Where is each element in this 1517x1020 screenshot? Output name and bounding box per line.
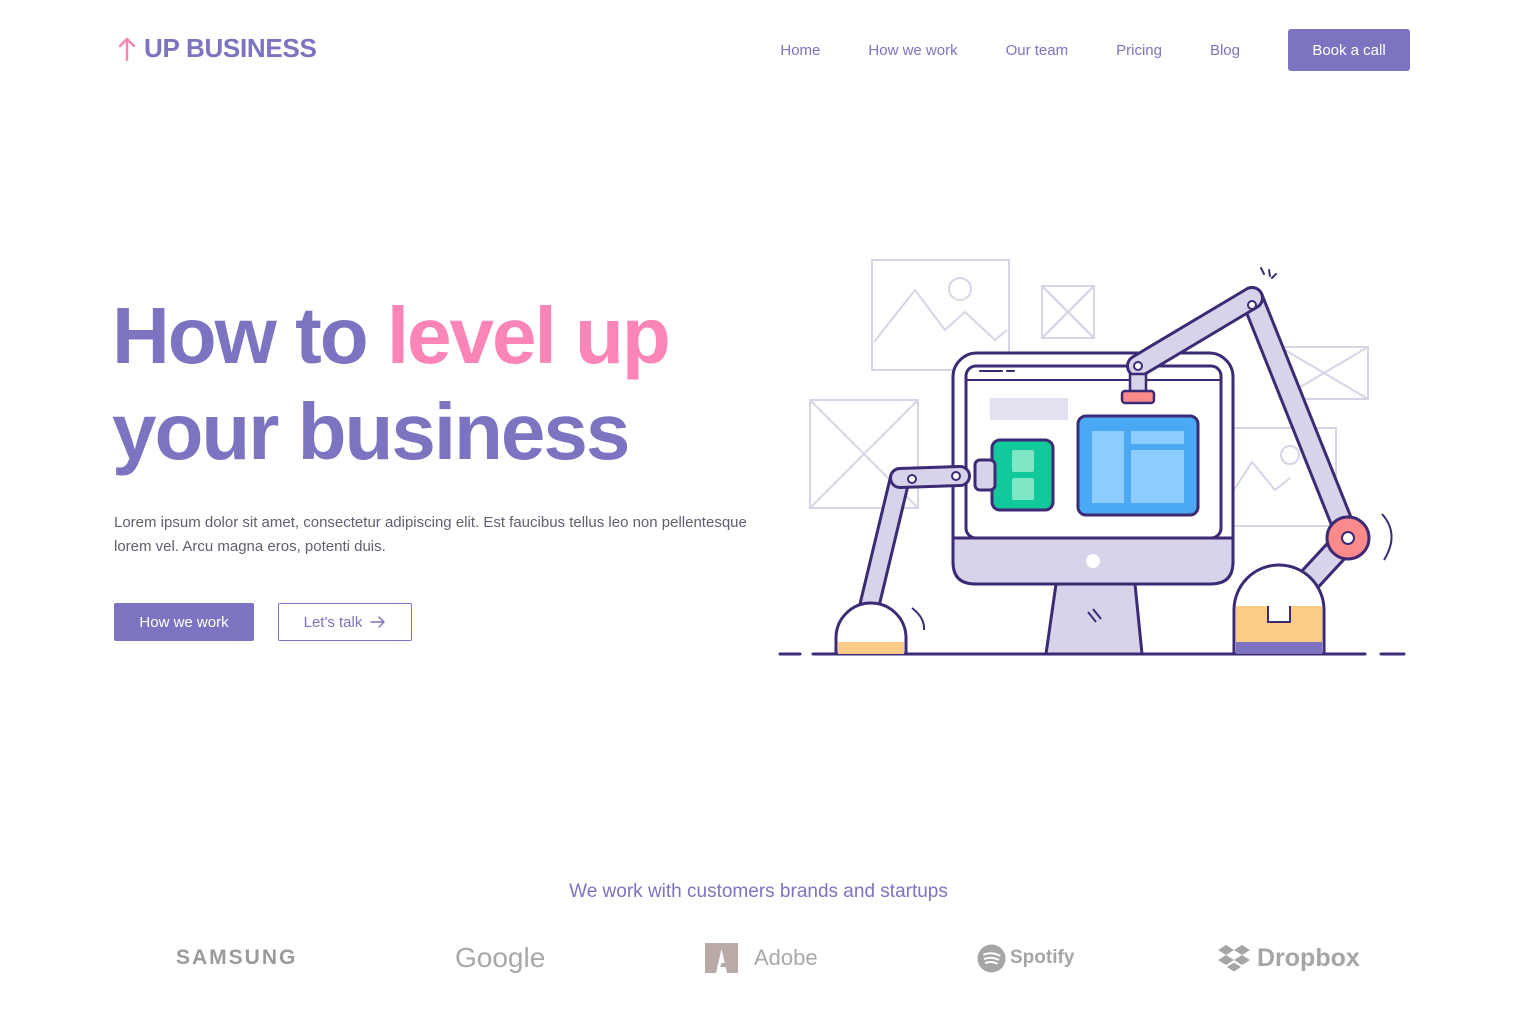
hero-title-part2: your business [112, 387, 630, 476]
brand-dropbox-name: Dropbox [1257, 943, 1360, 972]
brand-samsung-name: SAMSUNG [176, 946, 298, 969]
how-we-work-button-label: How we work [139, 613, 229, 631]
hero-title-accent: level up [386, 291, 671, 380]
dropbox-logo-icon [1218, 945, 1250, 972]
nav-item-how-we-work[interactable]: How we work [868, 42, 957, 59]
brand-adobe-name: Adobe [754, 945, 818, 970]
partners-title: We work with customers brands and startu… [569, 881, 948, 902]
main-nav: Home How we work Our team Pricing Blog B… [780, 29, 1410, 71]
brand-name: UP BUSINESS [144, 33, 317, 63]
nav-item-home[interactable]: Home [780, 42, 820, 59]
nav-item-pricing[interactable]: Pricing [1116, 42, 1162, 59]
spotify-logo-icon [977, 944, 1006, 972]
robot-arms-building-website-illustration [778, 259, 1406, 656]
brand-spotify-name: Spotify [1010, 947, 1075, 968]
hero-title: How to level up your business [112, 288, 671, 480]
lets-talk-button[interactable]: Let's talk [278, 603, 412, 641]
brand-google-name: Google [455, 942, 546, 973]
hero-description: Lorem ipsum dolor sit amet, consectetur … [114, 514, 747, 555]
brand-logo-dropbox: Dropbox [1217, 936, 1360, 980]
nav-item-blog[interactable]: Blog [1210, 42, 1240, 59]
book-a-call-button[interactable]: Book a call [1288, 29, 1410, 71]
brand-logo[interactable]: UP BUSINESS [118, 33, 317, 64]
brand-logo-google: Google [455, 936, 545, 980]
lets-talk-button-label: Let's talk [303, 613, 363, 631]
brand-logo-samsung: SAMSUNG [176, 936, 297, 980]
arrow-right-icon [370, 616, 386, 628]
brand-logo-spotify: Spotify [977, 936, 1074, 980]
hero-title-part1: How to [112, 291, 387, 380]
how-we-work-button[interactable]: How we work [114, 603, 254, 641]
nav-item-our-team[interactable]: Our team [1006, 42, 1069, 59]
adobe-logo-icon [705, 943, 738, 973]
brand-logo-adobe: Adobe [705, 936, 818, 980]
arrow-up-icon [118, 37, 136, 61]
